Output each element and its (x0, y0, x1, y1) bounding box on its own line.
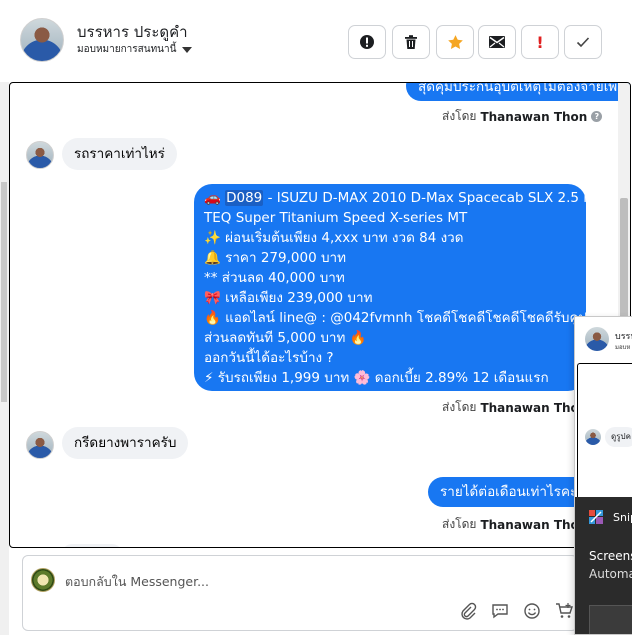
important-button[interactable]: ! (521, 25, 559, 59)
snip-action-button[interactable] (589, 605, 632, 634)
message-line: ส่วนลดทันที 5,000 บาท 🔥 (204, 330, 367, 346)
message-bubble-outgoing: รายได้ต่อเดือนเท่าไรคะ (428, 477, 590, 507)
message-thread: สุดคุ้มประกันอุบัติเหตุไม่ต้องจ่ายเพิ่ม … (9, 82, 631, 548)
customer-avatar-small (26, 141, 54, 169)
customer-avatar-small (26, 431, 54, 459)
star-button[interactable] (436, 25, 474, 59)
snip-message: Screens (589, 549, 632, 563)
exclamation-icon: ! (536, 32, 544, 52)
message-bubble-incoming: รถราคาเท่าไหร่ (62, 138, 177, 170)
check-icon (576, 37, 590, 48)
sent-by-label: ส่งโดย Thanawan Thon ? (442, 107, 603, 126)
assign-conversation-dropdown[interactable]: มอบหมายการสนทนานี้ (77, 42, 193, 57)
message-line: ⚡ รับรถเพียง 1,999 บาท 🌸 ดอกเบี้ย 2.89% … (204, 370, 549, 386)
message-text: สุดคุ้มประกันอุบัติเหตุไม่ต้องจ่ายเพิ่ม (418, 82, 627, 95)
page-logo-icon (31, 568, 55, 592)
conversation-header: บรรหาร ประดูคำ มอบหมายการสนทนานี้ ! (0, 0, 632, 82)
done-button[interactable] (564, 25, 602, 59)
message-line: ออกวันนี้ได้อะไรบ้าง ? (204, 350, 334, 366)
delete-button[interactable] (392, 25, 430, 59)
caret-down-icon (182, 46, 193, 53)
sent-by-prefix: ส่งโดย (442, 109, 477, 123)
reply-composer[interactable]: ตอบกลับใน Messenger... (22, 555, 578, 631)
customer-name[interactable]: บรรหาร ประดูคำ (77, 20, 188, 44)
message-bubble-incoming: กรีดยางพาราครับ (62, 427, 189, 459)
highlighted-code: D089 (225, 190, 264, 206)
sent-by-name: Thanawan Thon (480, 400, 588, 415)
sent-by-prefix: ส่งโดย (442, 400, 477, 414)
message-bubble-incoming-partial (62, 544, 122, 547)
sent-by-name: Thanawan Thon (480, 109, 588, 124)
sent-by-prefix: ส่งโดย (442, 517, 477, 531)
message-line: 🎀 เหลือเพียง 239,000 บาท (204, 290, 373, 306)
paperclip-icon[interactable] (459, 602, 477, 620)
message-line: 🔥 แอดไลน์ line@ : @042fvmnh โชคดีโชคดีโช… (204, 310, 602, 326)
sent-by-label: ส่งโดย Thanawan Thon (442, 398, 587, 417)
message-line: TEQ Super Titanium Speed X-series MT (204, 210, 468, 226)
cart-icon[interactable] (555, 602, 573, 620)
customer-avatar-small (585, 429, 601, 445)
snip-title: Snip (613, 511, 632, 524)
message-bubble-incoming: ดูรูปค (605, 427, 632, 447)
envelope-icon (489, 36, 505, 48)
mark-unread-button[interactable] (478, 25, 516, 59)
page-scrollbar[interactable] (0, 82, 9, 635)
message-line: 🚗 D089 - ISUZU D-MAX 2010 D-Max Spacecab… (204, 190, 592, 206)
snip-tool-icon (589, 510, 603, 524)
page-scrollbar-thumb[interactable] (1, 182, 7, 402)
sent-by-label: ส่งโดย Thanawan Thon (442, 515, 587, 534)
reply-input[interactable]: ตอบกลับใน Messenger... (65, 572, 209, 592)
message-bubble-outgoing: สุดคุ้มประกันอุบัติเหตุไม่ต้องจ่ายเพิ่ม (406, 82, 630, 101)
snip-message-2: Automa (589, 567, 632, 581)
assign-label: มอบหมายการสนทนานี้ (77, 44, 177, 55)
snip-notification[interactable]: Snip Screens Automa (575, 497, 632, 634)
alert-circle-icon (360, 35, 374, 49)
composer-toolbar (459, 602, 573, 620)
customer-avatar-small (585, 327, 609, 351)
chat-popup-preview[interactable]: บรรห มอบห ดูรูปค Snip Screens Automa (574, 316, 632, 635)
message-line: ✨ ผ่อนเริ่มต้นเพียง 4,xxx บาท งวด 84 งวด (204, 230, 464, 246)
message-bubble-outgoing: 🚗 D089 - ISUZU D-MAX 2010 D-Max Spacecab… (194, 184, 602, 391)
emoji-icon[interactable] (523, 602, 541, 620)
help-icon[interactable]: ? (591, 111, 603, 122)
report-button[interactable] (348, 25, 386, 59)
customer-avatar[interactable] (20, 18, 64, 62)
popup-name: บรรห (615, 332, 632, 342)
car-emoji-icon: 🚗 (204, 190, 226, 206)
sent-by-name: Thanawan Thon (480, 517, 588, 532)
saved-reply-icon[interactable] (491, 602, 509, 620)
popup-sub: มอบห (615, 344, 631, 351)
message-text: รายได้ต่อเดือนเท่าไรคะ (440, 484, 578, 500)
star-icon (447, 34, 463, 49)
trash-icon (405, 35, 417, 49)
message-line: 🔔 ราคา 279,000 บาท (204, 250, 347, 266)
message-line: ** ส่วนลด 40,000 บาท (204, 270, 345, 286)
